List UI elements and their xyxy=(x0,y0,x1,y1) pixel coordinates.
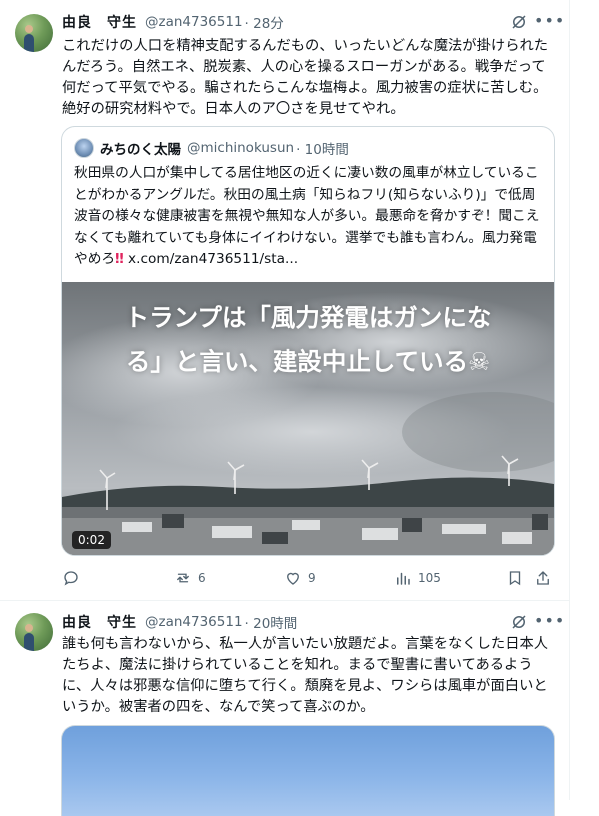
quoted-author-name: みちのく太陽 xyxy=(100,142,181,158)
quoted-tweet-time: · 10時間 xyxy=(296,142,349,158)
grok-icon[interactable] xyxy=(510,613,528,631)
quoted-link[interactable]: x.com/zan4736511/sta... xyxy=(128,251,298,267)
retweet-button[interactable]: 6 xyxy=(174,568,206,588)
tweet-text: 誰も何も言わないから、私一人が言いたい放題だよ。言葉をなくした日本人たちよ、魔法… xyxy=(62,636,549,715)
double-exclamation-icon: ‼ xyxy=(115,251,124,267)
video-caption-line1: トランプは「風力発電はガンにな xyxy=(124,303,492,332)
avatar[interactable] xyxy=(15,14,53,52)
quoted-avatar xyxy=(74,138,94,158)
quoted-tweet[interactable]: みちのく太陽 @michinokusun · 10時間 秋田県の人口が集中してる… xyxy=(61,126,555,556)
tweet-actions: 6 9 105 xyxy=(62,568,556,588)
tweet-header: 由良 守生 @zan4736511 · 20時間 xyxy=(62,612,297,632)
author-name[interactable]: 由良 守生 xyxy=(62,12,137,32)
share-icon xyxy=(537,571,549,585)
tweet-header: 由良 守生 @zan4736511 · 28分 xyxy=(62,12,284,32)
reply-button[interactable] xyxy=(62,568,86,588)
video-duration-badge: 0:02 xyxy=(72,531,111,549)
more-options-icon[interactable]: ••• xyxy=(534,612,564,630)
share-button[interactable] xyxy=(534,568,558,588)
more-options-icon[interactable]: ••• xyxy=(534,12,564,30)
views-icon xyxy=(397,572,410,585)
author-name[interactable]: 由良 守生 xyxy=(62,612,137,632)
retweet-count: 6 xyxy=(198,571,206,585)
bookmark-button[interactable] xyxy=(506,568,530,588)
timeline-feed: 由良 守生 @zan4736511 · 28分 ••• これだけの人口を精神支配… xyxy=(0,0,570,816)
quoted-author-handle: @michinokusun xyxy=(187,140,295,156)
skull-icon: ☠ xyxy=(468,347,491,376)
quoted-tweet-text: 秋田県の人口が集中してる居住地区の近くに凄い数の風車が林立していることがわかるア… xyxy=(74,163,544,271)
tweet-time[interactable]: · 28分 xyxy=(245,12,284,32)
quoted-tweet-header: みちのく太陽 @michinokusun · 10時間 xyxy=(74,137,349,159)
views-count: 105 xyxy=(418,571,441,585)
tweet[interactable]: 由良 守生 @zan4736511 · 20時間 ••• 誰も何も言わないから、… xyxy=(0,601,569,816)
bookmark-icon xyxy=(509,571,521,586)
tweet[interactable]: 由良 守生 @zan4736511 · 28分 ••• これだけの人口を精神支配… xyxy=(0,0,569,600)
like-button[interactable]: 9 xyxy=(284,568,316,588)
like-count: 9 xyxy=(308,571,316,585)
video-player[interactable]: トランプは「風力発電はガンにな る」と言い、建設中止している☠ 0:02 xyxy=(62,282,554,555)
video-caption-line2-text: る」と言い、建設中止している xyxy=(125,347,469,376)
tweet-time[interactable]: · 20時間 xyxy=(245,612,298,632)
heart-icon xyxy=(287,572,299,585)
right-rail xyxy=(570,0,599,800)
avatar[interactable] xyxy=(15,613,53,651)
video-caption-line2: る」と言い、建設中止している☠ xyxy=(62,344,554,380)
reply-icon xyxy=(64,571,78,586)
tweet-text: これだけの人口を精神支配するんだもの、いったいどんな魔法が掛けられたんだろう。自… xyxy=(62,38,549,117)
grok-icon[interactable] xyxy=(510,13,528,31)
author-handle[interactable]: @zan4736511 xyxy=(145,614,243,630)
retweet-icon xyxy=(177,573,189,583)
tweet-image[interactable] xyxy=(61,725,555,816)
author-handle[interactable]: @zan4736511 xyxy=(145,14,243,30)
views-button[interactable]: 105 xyxy=(394,568,441,588)
